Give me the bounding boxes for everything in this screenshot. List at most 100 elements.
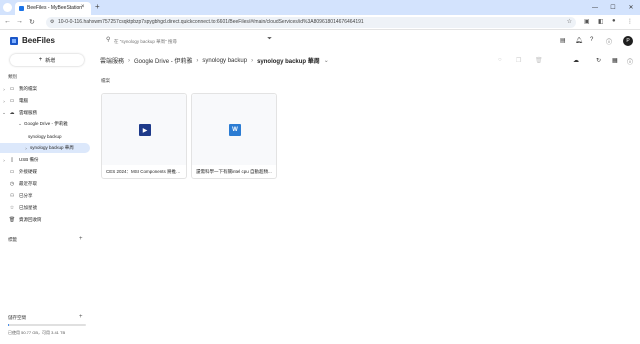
browser-menu-icon[interactable]: ⋮	[627, 18, 633, 25]
file-card[interactable]: ▶ CES 2024：MSI Components 將推出...	[101, 93, 187, 179]
breadcrumb-separator-icon: ›	[251, 57, 254, 64]
sidepanel-icon[interactable]: ◧	[598, 18, 604, 25]
bookmark-star-icon[interactable]: ☆	[567, 18, 572, 25]
trash-icon: 🗑︎	[8, 217, 16, 223]
info-icon[interactable]: ⓘ	[606, 37, 612, 46]
tab-title: BeeFiles - MyBeeStation	[27, 5, 83, 11]
browser-navbar: ← → ↻ ⚙ 10-0-0-116.hahxwm757257csqktpbzp…	[0, 15, 640, 30]
tab-close-icon[interactable]: ×	[81, 4, 85, 10]
address-bar[interactable]: ⚙ 10-0-0-116.hahxwm757257csqktpbzp7spygb…	[46, 17, 576, 28]
help-icon[interactable]: ?	[590, 37, 593, 43]
word-file-icon: W	[229, 124, 241, 136]
site-info-icon[interactable]: ⚙	[50, 19, 54, 25]
sidebar-item-label: USB 備份	[19, 157, 39, 162]
sidebar-item-google-drive[interactable]: ⌄ Google Drive - 伊莉雅	[0, 119, 94, 129]
file-card[interactable]: W 還需科學一下有關intel cpu 自動超頻...	[191, 93, 277, 179]
category-label: 類別	[8, 74, 17, 79]
new-button[interactable]: + 新增	[10, 54, 84, 66]
sidebar-item-label: Google Drive - 伊莉雅	[24, 121, 68, 126]
notification-bell-icon[interactable]: 🔔︎	[575, 37, 583, 44]
filter-icon[interactable]: ⏷	[267, 36, 272, 43]
sidebar-item-label: synology backup	[28, 133, 62, 139]
window-close-icon[interactable]: ✕	[622, 0, 640, 15]
usb-icon: ▯	[10, 157, 14, 163]
storage-label: 儲存空間	[8, 315, 26, 320]
storage-bar	[8, 324, 86, 326]
breadcrumb-item[interactable]: Google Drive - 伊莉雅	[134, 56, 192, 65]
main-content: 雲端服務 › Google Drive - 伊莉雅 › synology bac…	[94, 52, 640, 344]
add-storage-icon[interactable]: +	[79, 314, 83, 320]
expand-chevron-icon[interactable]: ›	[0, 99, 8, 104]
url-text: 10-0-0-116.hahxwm757257csqktpbzp7spygbhg…	[58, 19, 364, 25]
file-name: 還需科學一下有關intel cpu 自動超頻...	[196, 169, 272, 174]
cloud-icon: ☁	[9, 110, 15, 116]
expand-chevron-icon[interactable]: ›	[0, 158, 8, 163]
sidebar-item-shared[interactable]: ⚇ 已分享	[0, 191, 94, 201]
sidebar-item-my-files[interactable]: › ▭ 我的檔案	[0, 84, 94, 94]
expand-chevron-icon[interactable]: ›	[0, 87, 8, 92]
sidebar-item-computer[interactable]: › ▭ 電腦	[0, 96, 94, 106]
info-panel-icon[interactable]: ⓘ	[627, 57, 633, 66]
profile-icon[interactable]: ●	[612, 18, 616, 24]
sidebar-item-trash[interactable]: 🗑︎ 資源回收筒	[0, 215, 94, 225]
sidebar-item-label: 雲端服務	[19, 110, 37, 115]
cloud-sync-icon[interactable]: ☁	[573, 57, 579, 64]
storage-usage-text: 已使用 50.77 GB，可用 3.41 TB	[8, 330, 66, 335]
sidebar-item-external-drive[interactable]: ▭ 外接硬碟	[0, 167, 94, 177]
sidebar-item-label: 最近存取	[19, 181, 37, 186]
files-section-label: 檔案	[101, 78, 110, 83]
sidebar-item-synology-backup[interactable]: synology backup	[0, 131, 94, 141]
sidebar-item-label: 資源回收筒	[19, 217, 42, 222]
plus-icon: +	[38, 57, 43, 63]
extension-icon[interactable]: ▣	[584, 18, 590, 25]
new-tab-button[interactable]: +	[95, 2, 100, 11]
breadcrumb-dropdown-icon[interactable]: ⌄	[324, 57, 329, 64]
beefiles-favicon	[19, 6, 24, 11]
sidebar: + 新增 類別 › ▭ 我的檔案 › ▭ 電腦 ⌄ ☁ 雲端服務 ⌄ Googl…	[0, 52, 94, 344]
sidebar-item-cloud-services[interactable]: ⌄ ☁ 雲端服務	[0, 108, 94, 118]
search-bar[interactable]: ⚲ ⏷	[100, 35, 280, 47]
maximize-icon[interactable]: ☐	[604, 0, 622, 15]
app-name: BeeFiles	[22, 36, 55, 45]
user-avatar[interactable]: P	[623, 36, 633, 46]
back-icon[interactable]: ←	[4, 18, 11, 25]
sidebar-item-label: 電腦	[19, 98, 28, 103]
expand-chevron-icon[interactable]: ›	[22, 146, 30, 151]
search-input[interactable]	[114, 36, 264, 46]
browser-tabstrip: BeeFiles - MyBeeStation × + — ☐ ✕	[0, 0, 640, 15]
breadcrumb-item[interactable]: 雲端服務	[100, 56, 124, 65]
breadcrumb-item[interactable]: synology backup	[202, 58, 247, 64]
sidebar-item-recent[interactable]: ◷ 最近存取	[0, 179, 94, 189]
add-tag-icon[interactable]: +	[79, 236, 83, 242]
breadcrumb: 雲端服務 › Google Drive - 伊莉雅 › synology bac…	[100, 56, 333, 66]
reload-icon[interactable]: ↻	[29, 18, 35, 26]
grid-view-icon[interactable]: ▦	[612, 57, 618, 64]
sidebar-item-label: 我的檔案	[19, 86, 37, 91]
window-controls: — ☐ ✕	[586, 0, 640, 15]
task-monitor-icon[interactable]: ▤	[560, 37, 566, 44]
tab-search-button[interactable]	[3, 3, 12, 12]
tags-label: 標籤	[8, 237, 17, 242]
breadcrumb-current[interactable]: synology backup 華周	[257, 56, 320, 65]
refresh-icon[interactable]: ↻	[596, 57, 601, 64]
collapse-chevron-icon[interactable]: ⌄	[0, 110, 8, 116]
delete-icon: 🗑︎	[535, 58, 543, 64]
browser-tab[interactable]: BeeFiles - MyBeeStation ×	[15, 2, 91, 15]
new-button-label: 新增	[45, 57, 56, 64]
forward-icon[interactable]: →	[16, 18, 23, 25]
file-name: CES 2024：MSI Components 將推出...	[106, 169, 184, 174]
app-header: BeeFiles ⚲ ⏷ ▤ 🔔︎ ? ⓘ P	[0, 31, 640, 52]
sidebar-item-starred[interactable]: ☆ 已加星號	[0, 203, 94, 213]
share-icon: ⚇	[9, 193, 15, 199]
drive-icon: ▭	[9, 169, 15, 175]
breadcrumb-separator-icon: ›	[196, 57, 199, 64]
storage-bar-fill	[8, 324, 10, 326]
sidebar-item-label: 已分享	[19, 193, 33, 198]
copy-icon: ❐	[516, 58, 522, 64]
sidebar-item-synology-backup-huazhou[interactable]: › synology backup 華周	[0, 143, 90, 153]
sidebar-item-usb-backup[interactable]: › ▯ USB 備份	[0, 155, 94, 165]
minimize-icon[interactable]: —	[586, 0, 604, 15]
sidebar-item-label: synology backup 華周	[30, 145, 74, 150]
clock-icon: ◷	[9, 181, 15, 187]
collapse-chevron-icon[interactable]: ⌄	[16, 121, 24, 127]
